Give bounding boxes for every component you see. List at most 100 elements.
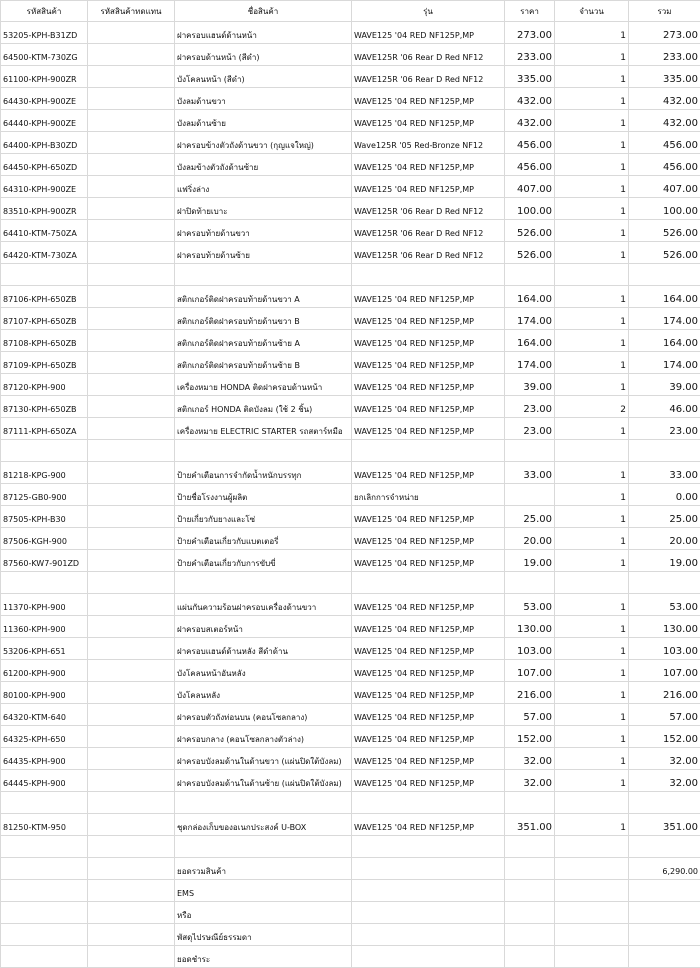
product-code: 87109-KPH-650ZB — [1, 352, 88, 374]
table-row: 80100-KPH-900บังโคลนหลังWAVE125 '04 RED … — [1, 682, 700, 704]
product-name: ฝาครอบท้ายด้านขวา — [175, 220, 352, 242]
product-total: 216.00 — [629, 682, 700, 704]
header-price: ราคา — [505, 1, 555, 22]
product-total: 456.00 — [629, 154, 700, 176]
product-quantity: 1 — [555, 418, 629, 440]
table-row: 53206-KPH-651ฝาครอบแฮนด์ด้านหลัง สีดำด้า… — [1, 638, 700, 660]
product-price: 25.00 — [505, 506, 555, 528]
product-price: 335.00 — [505, 66, 555, 88]
table-row: 64440-KPH-900ZEบังลมด้านซ้ายWAVE125 '04 … — [1, 110, 700, 132]
product-quantity: 1 — [555, 726, 629, 748]
product-model: WAVE125 '04 RED NF125P,MP — [352, 286, 505, 308]
product-total: 25.00 — [629, 506, 700, 528]
product-model: WAVE125 '04 RED NF125P,MP — [352, 176, 505, 198]
product-name: ป้ายเกี่ยวกับยางและโซ่ — [175, 506, 352, 528]
empty-cell — [505, 902, 555, 924]
replacement-code — [88, 594, 175, 616]
product-total: 19.00 — [629, 550, 700, 572]
product-total: 130.00 — [629, 616, 700, 638]
empty-cell — [629, 440, 700, 462]
table-row: 53205-KPH-B31ZDฝาครอบแฮนด์ด้านหน้าWAVE12… — [1, 22, 700, 44]
empty-cell — [505, 440, 555, 462]
product-price: 526.00 — [505, 242, 555, 264]
product-code: 87125-GB0-900 — [1, 484, 88, 506]
replacement-code — [88, 396, 175, 418]
product-code: 81218-KPG-900 — [1, 462, 88, 484]
product-model: WAVE125 '04 RED NF125P,MP — [352, 770, 505, 792]
product-total: 164.00 — [629, 286, 700, 308]
product-model: WAVE125 '04 RED NF125P,MP — [352, 110, 505, 132]
product-quantity: 1 — [555, 66, 629, 88]
footer-row: ยอดชำระ — [1, 946, 700, 968]
empty-cell — [352, 858, 505, 880]
table-row: 64325-KPH-650ฝาครอบกลาง (คอนโซลกลางตัวล่… — [1, 726, 700, 748]
empty-cell — [88, 440, 175, 462]
empty-cell — [88, 264, 175, 286]
product-name: ป้ายคำเตือนเกี่ยวกับการขับขี่ — [175, 550, 352, 572]
product-price: 233.00 — [505, 44, 555, 66]
product-total: 0.00 — [629, 484, 700, 506]
product-model: WAVE125 '04 RED NF125P,MP — [352, 704, 505, 726]
product-quantity: 1 — [555, 308, 629, 330]
table-row: 87130-KPH-650ZBสติกเกอร์ HONDA ติดบังลม … — [1, 396, 700, 418]
blank-row — [1, 264, 700, 286]
table-header: รหัสสินค้า รหัสสินค้าทดแทน ชื่อสินค้า รุ… — [1, 1, 700, 22]
product-model: WAVE125 '04 RED NF125P,MP — [352, 418, 505, 440]
product-total: 39.00 — [629, 374, 700, 396]
product-quantity: 1 — [555, 682, 629, 704]
footer-row: หรือ — [1, 902, 700, 924]
empty-cell — [1, 880, 88, 902]
product-name: บังลมด้านซ้าย — [175, 110, 352, 132]
empty-cell — [175, 792, 352, 814]
product-quantity: 1 — [555, 638, 629, 660]
product-model: WAVE125 '04 RED NF125P,MP — [352, 528, 505, 550]
product-model: WAVE125R '06 Rear D Red NF12 — [352, 66, 505, 88]
empty-cell — [88, 880, 175, 902]
product-name: เครื่องหมาย HONDA ติดฝาครอบด้านหน้า — [175, 374, 352, 396]
table-row: 87106-KPH-650ZBสติกเกอร์ติดฝาครอบท้ายด้า… — [1, 286, 700, 308]
product-code: 87108-KPH-650ZB — [1, 330, 88, 352]
table-row: 64320-KTM-640ฝาครอบตัวถังท่อนบน (คอนโซลก… — [1, 704, 700, 726]
product-model: WAVE125 '04 RED NF125P,MP — [352, 88, 505, 110]
replacement-code — [88, 22, 175, 44]
product-name: เครื่องหมาย ELECTRIC STARTER รถสตาร์ทมือ — [175, 418, 352, 440]
product-total: 33.00 — [629, 462, 700, 484]
empty-cell — [175, 264, 352, 286]
replacement-code — [88, 220, 175, 242]
empty-cell — [88, 792, 175, 814]
product-total: 100.00 — [629, 198, 700, 220]
empty-cell — [88, 572, 175, 594]
product-quantity: 1 — [555, 528, 629, 550]
product-quantity: 1 — [555, 462, 629, 484]
empty-cell — [352, 924, 505, 946]
footer-label: ยอดชำระ — [175, 946, 352, 968]
replacement-code — [88, 506, 175, 528]
blank-row — [1, 440, 700, 462]
product-price: 103.00 — [505, 638, 555, 660]
replacement-code — [88, 286, 175, 308]
empty-cell — [505, 946, 555, 968]
product-total: 152.00 — [629, 726, 700, 748]
product-price: 152.00 — [505, 726, 555, 748]
product-price — [505, 484, 555, 506]
product-price: 526.00 — [505, 220, 555, 242]
empty-cell — [1, 572, 88, 594]
product-code: 64500-KTM-730ZG — [1, 44, 88, 66]
product-price: 130.00 — [505, 616, 555, 638]
empty-cell — [352, 792, 505, 814]
product-code: 11370-KPH-900 — [1, 594, 88, 616]
product-model: WAVE125 '04 RED NF125P,MP — [352, 660, 505, 682]
empty-cell — [629, 836, 700, 858]
header-code: รหัสสินค้า — [1, 1, 88, 22]
product-quantity: 1 — [555, 330, 629, 352]
product-price: 174.00 — [505, 308, 555, 330]
product-model: Wave125R '05 Red-Bronze NF12 — [352, 132, 505, 154]
order-table: รหัสสินค้า รหัสสินค้าทดแทน ชื่อสินค้า รุ… — [0, 0, 700, 968]
blank-row — [1, 792, 700, 814]
empty-cell — [1, 946, 88, 968]
empty-cell — [555, 264, 629, 286]
empty-cell — [1, 440, 88, 462]
replacement-code — [88, 198, 175, 220]
table-row: 61200-KPH-900บังโคลนหน้าอันหลังWAVE125 '… — [1, 660, 700, 682]
product-quantity: 1 — [555, 88, 629, 110]
